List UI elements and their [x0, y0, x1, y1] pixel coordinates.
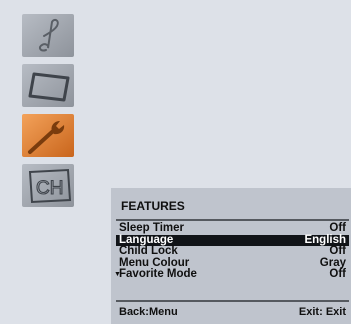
channel-ch-icon[interactable]: CH — [22, 164, 74, 207]
music-note-icon[interactable] — [22, 14, 74, 57]
menu-item-sleep-timer[interactable]: Sleep Timer Off — [116, 222, 349, 235]
wrench-icon[interactable] — [22, 114, 74, 157]
menu-item-label: Favorite Mode — [119, 268, 197, 280]
features-menu-panel: FEATURES Sleep Timer Off Language Englis… — [111, 188, 351, 324]
menu-item-label: Sleep Timer — [119, 222, 184, 234]
back-hint: Back:Menu — [119, 306, 178, 318]
divider — [116, 219, 349, 221]
menu-item-value: Off — [329, 222, 346, 234]
channel-icon-text: CH — [36, 178, 63, 199]
menu-list: Sleep Timer Off Language English Child L… — [114, 222, 349, 281]
menu-item-favorite-mode[interactable]: ▼ Favorite Mode Off — [114, 268, 349, 281]
menu-item-label: Child Lock — [119, 245, 178, 257]
exit-hint: Exit: Exit — [298, 306, 346, 318]
menu-item-value: Off — [329, 245, 346, 257]
tv-screen-icon[interactable] — [22, 64, 74, 107]
menu-item-value: Off — [329, 268, 346, 280]
menu-item-child-lock[interactable]: Child Lock Off — [116, 245, 349, 258]
divider — [116, 300, 349, 302]
menu-footer: Back:Menu Exit: Exit — [116, 305, 349, 319]
menu-title: FEATURES — [121, 199, 185, 213]
